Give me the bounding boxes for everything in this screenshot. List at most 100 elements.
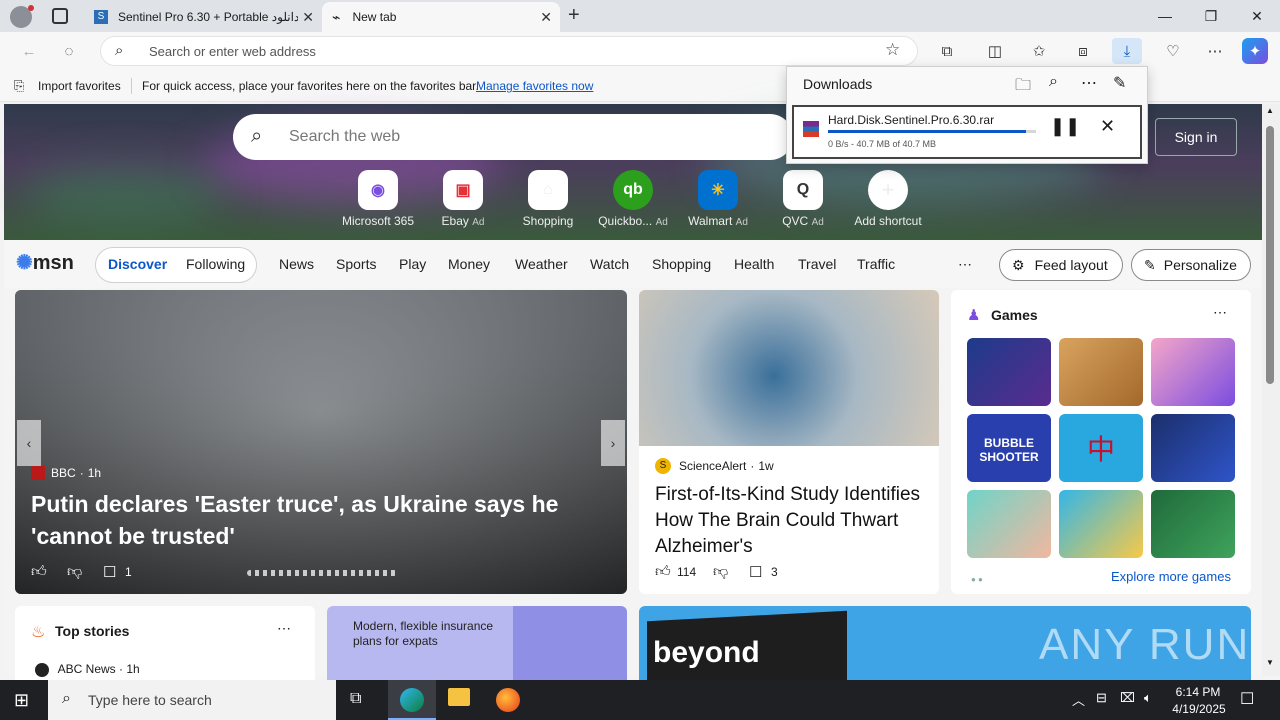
shortcut-shopping[interactable]: ⌂ Shopping — [508, 170, 588, 228]
downloads-more-icon[interactable]: ⋯ — [1081, 73, 1097, 93]
page-scrollbar[interactable]: ▲ ▼ — [1262, 104, 1280, 676]
new-tab-plus-icon[interactable]: + — [568, 4, 580, 27]
taskbar-search-box[interactable]: ⌕ Type here to search — [48, 680, 336, 720]
open-folder-icon[interactable]: 🗀 — [1015, 74, 1031, 101]
network-icon[interactable]: ⌧ — [1120, 690, 1135, 706]
close-tab-icon[interactable]: ✕ — [540, 9, 552, 26]
split-screen-icon[interactable]: ◫ — [980, 38, 1010, 64]
clock-date[interactable]: 4/19/2025 — [1168, 702, 1230, 716]
show-hidden-icons[interactable]: ︿ — [1072, 690, 1085, 709]
shortcut-ebay[interactable]: ▣ Ebay Ad — [423, 170, 503, 228]
close-tab-icon[interactable]: ✕ — [302, 9, 314, 26]
tab-following[interactable]: Following — [186, 256, 245, 272]
explore-more-games-link[interactable]: Explore more games — [1111, 569, 1231, 584]
games-page-dots[interactable]: ● ● — [971, 575, 983, 584]
tab-new-tab[interactable]: ⌁ New tab ✕ — [322, 2, 560, 32]
carousel-dots[interactable] — [247, 570, 397, 576]
science-story-card[interactable]: S ScienceAlert · 1w First-of-Its-Kind St… — [639, 290, 939, 594]
comment-icon[interactable]: ☐ — [103, 563, 116, 581]
task-view-icon[interactable]: ⧉ — [350, 690, 361, 708]
download-item[interactable]: Hard.Disk.Sentinel.Pro.6.30.rar 0 B/s - … — [792, 105, 1142, 159]
address-bar[interactable]: ⌕ Search or enter web address ☆ — [100, 36, 918, 66]
favorite-star-icon[interactable]: ☆ — [885, 40, 900, 60]
copilot-icon[interactable]: ✦ — [1242, 38, 1268, 64]
nav-weather[interactable]: Weather — [515, 256, 568, 272]
top-stories-more-icon[interactable]: ⋯ — [277, 620, 291, 637]
collections-icon[interactable]: ⧈ — [1068, 38, 1098, 64]
clock-time[interactable]: 6:14 PM — [1172, 685, 1224, 699]
shortcut-qvc[interactable]: Q QVC Ad — [763, 170, 843, 228]
nav-traffic[interactable]: Traffic — [857, 256, 895, 272]
scroll-up-icon[interactable]: ▲ — [1266, 106, 1274, 115]
game-tile[interactable]: BUBBLE SHOOTER — [967, 414, 1051, 482]
carousel-next-icon[interactable]: › — [601, 420, 625, 466]
restore-icon[interactable]: ❐ — [1188, 0, 1234, 32]
beyond-ad-card[interactable]: beyond ANY RUN — [639, 606, 1251, 686]
dislike-icon[interactable]: 👎︎ — [67, 563, 82, 581]
pause-icon[interactable]: ❚❚ — [1050, 116, 1080, 137]
shortcut-quickbooks[interactable]: qb Quickbo... Ad — [593, 170, 673, 228]
import-favorites-button[interactable]: Import favorites — [38, 79, 121, 93]
game-tile[interactable] — [1059, 490, 1143, 558]
tab-discover[interactable]: Discover — [108, 256, 167, 272]
comment-icon[interactable]: ☐ — [749, 563, 762, 581]
game-tile[interactable] — [1151, 414, 1235, 482]
notifications-icon[interactable]: ☐ — [1240, 689, 1254, 709]
manage-favorites-link[interactable]: Manage favorites now — [476, 79, 593, 93]
msn-logo[interactable]: ✺msn — [16, 250, 74, 275]
search-downloads-icon[interactable]: ⌕ — [1049, 73, 1058, 91]
shortcut-add[interactable]: + Add shortcut — [848, 170, 928, 228]
game-tile[interactable] — [967, 338, 1051, 406]
performance-icon[interactable]: ♡ — [1158, 38, 1188, 64]
nav-sports[interactable]: Sports — [336, 256, 376, 272]
game-tile[interactable] — [1059, 338, 1143, 406]
nav-play[interactable]: Play — [399, 256, 426, 272]
firefox-icon[interactable] — [496, 688, 520, 712]
personalize-button[interactable]: ✎ Personalize — [1131, 249, 1251, 281]
minimize-icon[interactable]: — — [1142, 0, 1188, 32]
game-tile[interactable]: 中 — [1059, 414, 1143, 482]
game-tile[interactable] — [967, 490, 1051, 558]
nav-money[interactable]: Money — [448, 256, 490, 272]
extensions-icon[interactable]: ⧉ — [932, 38, 962, 64]
nav-watch[interactable]: Watch — [590, 256, 629, 272]
like-icon[interactable]: 👍︎ — [31, 563, 47, 581]
cancel-download-icon[interactable]: ✕ — [1100, 116, 1115, 137]
games-more-icon[interactable]: ⋯ — [1213, 304, 1227, 321]
nav-shopping[interactable]: Shopping — [652, 256, 711, 272]
hero-story-card[interactable]: ‹ › BBC · 1h Putin declares 'Easter truc… — [15, 290, 627, 594]
import-favorites-icon[interactable]: ⎘ — [14, 78, 24, 94]
downloads-icon[interactable]: ⤓ — [1112, 38, 1142, 64]
network-status-icon[interactable]: ⊟ — [1096, 690, 1107, 706]
volume-icon[interactable]: 🔈︎ — [1144, 690, 1152, 706]
tab-actions-icon[interactable] — [52, 8, 68, 24]
like-icon[interactable]: 👍︎ — [655, 563, 671, 581]
game-tile[interactable] — [1151, 338, 1235, 406]
pin-icon[interactable]: ✎ — [1113, 73, 1126, 93]
insurance-ad-card[interactable]: Modern, flexible insurance plans for exp… — [327, 606, 627, 686]
edge-taskbar-icon[interactable] — [388, 680, 436, 720]
game-tile[interactable] — [1151, 490, 1235, 558]
close-window-icon[interactable]: ✕ — [1234, 0, 1280, 32]
scroll-thumb[interactable] — [1266, 126, 1274, 384]
web-search-box[interactable]: ⌕ Search the web — [233, 114, 793, 160]
more-nav-icon[interactable]: ⋯ — [958, 256, 972, 273]
scroll-down-icon[interactable]: ▼ — [1266, 658, 1274, 667]
file-explorer-icon[interactable] — [448, 688, 470, 706]
story-headline[interactable]: First-of-Its-Kind Study Identifies How T… — [655, 482, 925, 560]
shortcut-walmart[interactable]: ✳ Walmart Ad — [678, 170, 758, 228]
back-icon[interactable]: ← — [14, 38, 44, 64]
story-headline[interactable]: Putin declares 'Easter truce', as Ukrain… — [31, 488, 591, 552]
windows-start-icon[interactable]: ⊞ — [14, 690, 29, 711]
tab-sentinel[interactable]: S Sentinel Pro 6.30 + Portable دانلود ✕ — [84, 2, 322, 32]
settings-more-icon[interactable]: ⋯ — [1200, 38, 1230, 64]
nav-travel[interactable]: Travel — [798, 256, 836, 272]
dislike-icon[interactable]: 👎︎ — [713, 563, 728, 581]
shortcut-microsoft-365[interactable]: ◉ Microsoft 365 — [338, 170, 418, 228]
sign-in-button[interactable]: Sign in — [1155, 118, 1237, 156]
carousel-prev-icon[interactable]: ‹ — [17, 420, 41, 466]
loading-stop-icon[interactable]: ◌ — [54, 38, 84, 64]
nav-health[interactable]: Health — [734, 256, 774, 272]
favorites-icon[interactable]: ✩ — [1024, 38, 1054, 64]
nav-news[interactable]: News — [279, 256, 314, 272]
